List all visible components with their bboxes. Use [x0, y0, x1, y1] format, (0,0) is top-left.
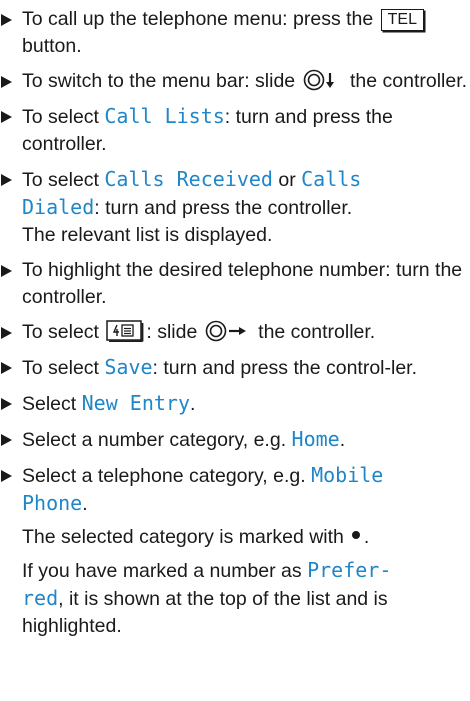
triangle-bullet-icon: [1, 398, 12, 410]
step-text: To select: [22, 357, 105, 379]
triangle-bullet-icon: [1, 434, 12, 446]
menu-item-mobile: Mobile: [311, 463, 384, 487]
marked-note: The selected category is marked with.: [0, 524, 470, 551]
step-text: To highlight the desired telephone numbe…: [22, 259, 463, 308]
step-text: or: [272, 169, 302, 191]
menu-item-new-entry: New Entry: [81, 391, 190, 415]
step-text: button.: [22, 35, 82, 57]
step-4: To select Calls Received or Calls Dialed:…: [0, 166, 470, 249]
preferred-note: If you have marked a number as Prefer-re…: [0, 557, 470, 640]
step-3: To select Call Lists: turn and press the…: [0, 103, 470, 158]
triangle-bullet-icon: [1, 362, 12, 374]
triangle-bullet-icon: [1, 111, 12, 123]
menu-item-home: Home: [291, 427, 340, 451]
step-7: To select Save: turn and press the contr…: [0, 354, 470, 382]
triangle-bullet-icon: [1, 174, 12, 186]
step-text: .: [82, 493, 88, 515]
selected-dot-icon: [351, 531, 360, 539]
step-text: To switch to the menu bar: slide: [22, 70, 301, 92]
menu-item-save: Save: [104, 355, 153, 379]
step-1: To call up the telephone menu: press the…: [0, 6, 470, 60]
controller-slide-down-icon: [303, 69, 334, 91]
step-text: : turn and press the control-ler.: [152, 357, 418, 379]
triangle-bullet-icon: [1, 265, 12, 277]
step-text: To select: [22, 106, 105, 128]
triangle-bullet-icon: [1, 76, 12, 88]
menu-item-preferred-b: red: [22, 586, 59, 610]
step-text: .: [190, 393, 196, 415]
triangle-bullet-icon: [1, 470, 12, 482]
note-text: .: [363, 526, 370, 548]
note-text: , it is shown at the top of the list and…: [22, 588, 388, 637]
triangle-bullet-icon: [1, 327, 12, 339]
step-text: Select a telephone category, e.g.: [22, 465, 312, 487]
step-text: the controller.: [252, 321, 376, 343]
step-text: : slide: [146, 321, 203, 343]
step-9: Select a number category, e.g. Home.: [0, 426, 470, 454]
triangle-bullet-icon: [1, 14, 12, 26]
menu-item-calls-dialed-a: Calls: [301, 167, 362, 191]
phonebook-menu-icon: [106, 320, 144, 342]
menu-item-call-lists: Call Lists: [104, 104, 225, 128]
step-2: To switch to the menu bar: slide the con…: [0, 68, 470, 95]
menu-item-phone: Phone: [22, 491, 83, 515]
step-5: To highlight the desired telephone numbe…: [0, 257, 470, 311]
step-text: Select a number category, e.g.: [22, 429, 292, 451]
menu-item-calls-dialed-b: Dialed: [22, 195, 95, 219]
menu-item-preferred-a: Prefer-: [307, 558, 392, 582]
instructions-page: To call up the telephone menu: press the…: [0, 0, 470, 646]
result-text: The relevant list is displayed.: [22, 224, 273, 246]
step-10: Select a telephone category, e.g. Mobile…: [0, 462, 470, 518]
note-text: The selected category is marked with: [22, 526, 344, 548]
step-text: Select: [22, 393, 82, 415]
step-text: : turn and press the controller.: [94, 197, 353, 219]
controller-slide-right-icon: [205, 320, 246, 342]
note-text: If you have marked a number as: [22, 560, 308, 582]
step-text: To call up the telephone menu: press the: [22, 8, 379, 30]
tel-button[interactable]: TEL: [380, 9, 424, 31]
step-6: To select : slide the controller.: [0, 319, 470, 346]
step-text: .: [339, 429, 346, 451]
step-text: the controller.: [344, 70, 468, 92]
step-text: To select: [22, 169, 105, 191]
step-text: To select: [22, 321, 105, 343]
menu-item-calls-received: Calls Received: [104, 167, 273, 191]
step-8: Select New Entry.: [0, 390, 470, 418]
